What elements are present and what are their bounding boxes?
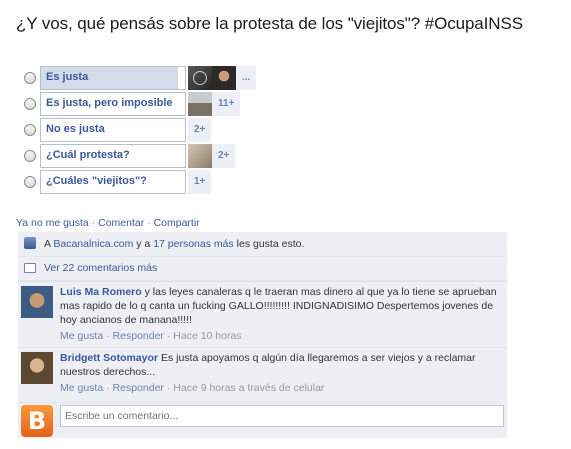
likes-sentence: A Bacanalnica.com y a 17 personas más le… [18,232,507,257]
voter-count[interactable]: 1+ [188,170,212,194]
poll-option-bar[interactable]: Es justa, pero imposible [40,92,186,116]
comment-body: Luis Ma Romero y las leyes canaleras q l… [60,285,500,343]
view-comments-row[interactable]: Ver 22 comentarios más [18,256,507,281]
comment-like-link[interactable]: Me gusta [60,382,103,394]
poll-option-1[interactable]: Es justa ... [24,66,274,90]
avatar[interactable] [21,286,53,318]
comment-item: Bridgett Sotomayor Es justa apoyamos q a… [18,347,507,403]
voter-avatars: 2+ [188,118,212,142]
liker-page-link[interactable]: Bacanalnica.com [53,238,133,250]
story-actions: Ya no me gusta · Comentar · Compartir [16,217,200,229]
voter-avatars: 1+ [188,170,212,194]
likes-middle: y a [136,238,151,250]
comment-reply-link[interactable]: Responder [113,382,164,394]
comment-timestamp[interactable]: Hace 10 horas [173,330,241,342]
poll-option-3[interactable]: No es justa 2+ [24,118,274,142]
voter-avatars: ... [188,66,257,90]
poll-option-2[interactable]: Es justa, pero imposible 11+ [24,92,274,116]
likers-link[interactable]: 17 personas más [153,238,234,250]
poll-option-label: No es justa [46,123,105,135]
poll-option-label: ¿Cuáles "viejitos"? [46,175,147,187]
comment-reply-link[interactable]: Responder [113,330,164,342]
comment-item: Luis Ma Romero y las leyes canaleras q l… [18,281,507,348]
share-link[interactable]: Compartir [154,217,200,229]
separator: · [91,217,96,229]
likes-suffix: les gusta esto. [236,238,305,250]
separator: · [166,382,171,394]
poll-option-bar[interactable]: Es justa [40,66,186,90]
comment-link[interactable]: Comentar [98,217,144,229]
radio-button[interactable] [24,124,36,136]
poll-option-label: Es justa, pero imposible [46,97,173,109]
poll-option-label: ¿Cuál protesta? [46,149,130,161]
poll-option-5[interactable]: ¿Cuáles "viejitos"? 1+ [24,170,274,194]
avatar[interactable] [212,66,236,90]
comment-like-link[interactable]: Me gusta [60,330,103,342]
avatar[interactable] [188,92,212,116]
poll-option-bar[interactable]: ¿Cuáles "viejitos"? [40,170,186,194]
comment-author[interactable]: Luis Ma Romero [60,286,142,298]
brand-logo-avatar: B [21,405,53,437]
separator: · [106,330,110,342]
comment-meta: Me gusta · Responder · Hace 9 horas a tr… [60,381,500,395]
comment-input[interactable] [60,405,504,427]
comment-body: Bridgett Sotomayor Es justa apoyamos q a… [60,351,500,395]
avatar[interactable] [188,66,212,90]
poll-option-4[interactable]: ¿Cuál protesta? 2+ [24,144,274,168]
radio-button[interactable] [24,176,36,188]
separator: · [166,330,171,342]
voter-count[interactable]: 2+ [188,118,212,142]
radio-button[interactable] [24,72,36,84]
avatar[interactable] [188,144,212,168]
radio-button[interactable] [24,150,36,162]
separator: · [147,217,151,229]
view-comments-link[interactable]: Ver 22 comentarios más [44,262,157,274]
comment-composer: B [18,402,507,439]
radio-button[interactable] [24,98,36,110]
likes-prefix: A [44,238,51,250]
voter-avatars: 11+ [188,92,241,116]
thumbs-up-icon [24,237,36,249]
voter-count[interactable]: 2+ [212,144,236,168]
avatar[interactable] [21,352,53,384]
voter-count[interactable]: 11+ [212,92,241,116]
likes-text: A Bacanalnica.com y a 17 personas más le… [44,238,304,250]
feedback-box: A Bacanalnica.com y a 17 personas más le… [18,232,507,438]
unlike-link[interactable]: Ya no me gusta [16,217,89,229]
comment-author[interactable]: Bridgett Sotomayor [60,352,158,364]
separator: · [106,382,110,394]
poll-option-bar[interactable]: No es justa [40,118,186,142]
poll-option-label: Es justa [46,71,89,83]
comment-timestamp[interactable]: Hace 9 horas a través de celular [173,382,324,394]
comment-bubble-icon [24,263,36,273]
poll-option-bar[interactable]: ¿Cuál protesta? [40,144,186,168]
voter-count[interactable]: ... [236,66,257,90]
page-title: ¿Y vos, qué pensás sobre la protesta de … [16,14,523,33]
comment-meta: Me gusta · Responder · Hace 10 horas [60,329,500,343]
voter-avatars: 2+ [188,144,236,168]
